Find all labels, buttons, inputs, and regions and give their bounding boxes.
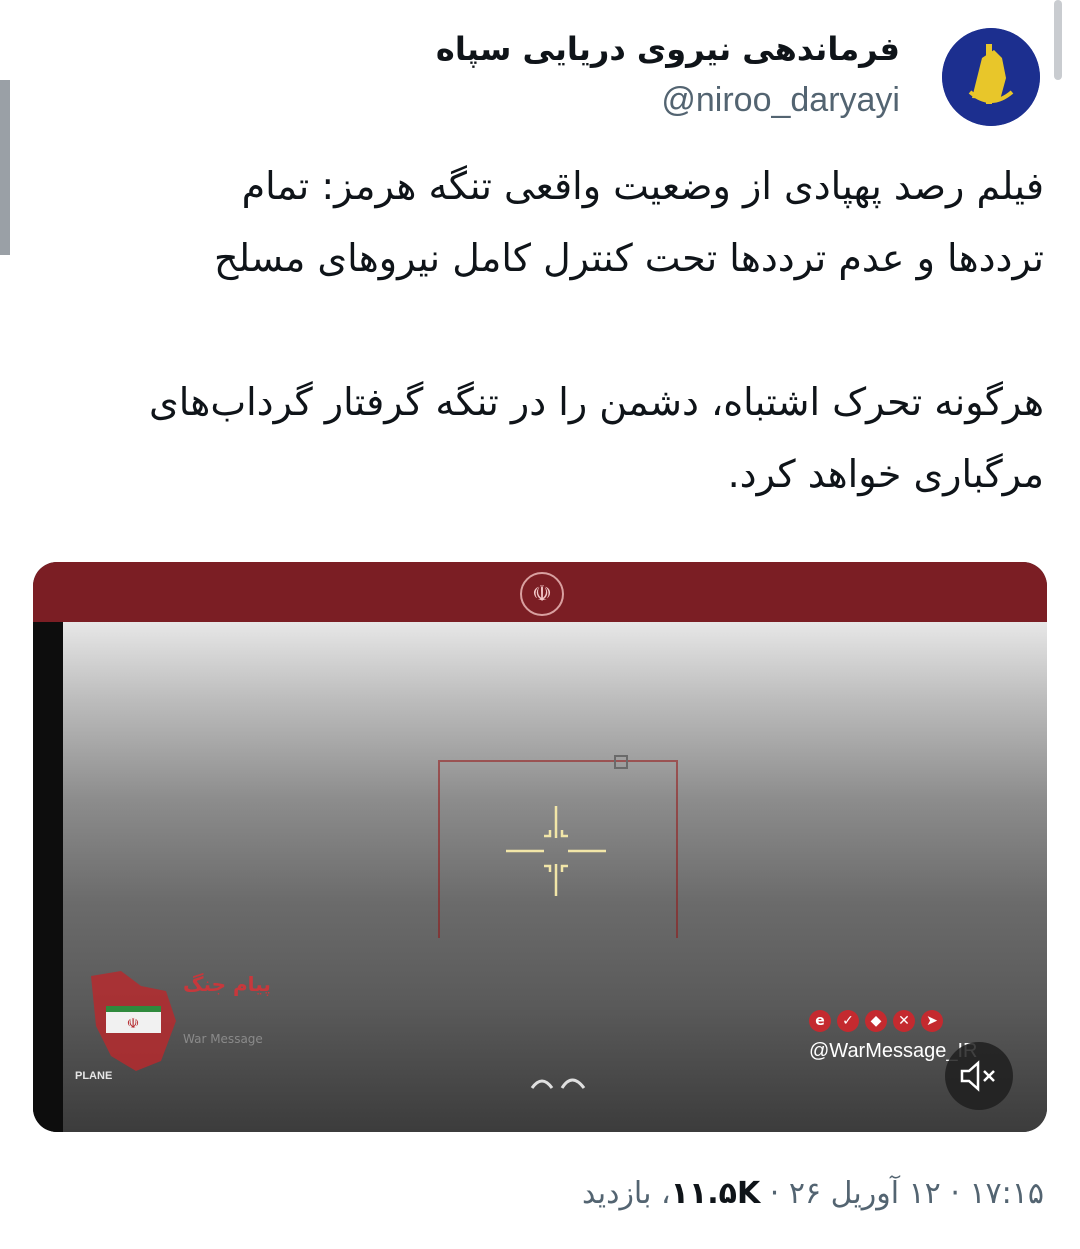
views-count[interactable]: ۱۱.۵K <box>671 1176 761 1211</box>
tweet-header: فرماندهی نیروی دریایی سپاه @niroo_daryay… <box>40 24 1040 134</box>
crosshair-icon <box>506 806 606 896</box>
rubika-icon: ◆ <box>865 1010 887 1032</box>
meta-separator: · <box>769 1176 780 1211</box>
meta-separator: · <box>950 1176 960 1211</box>
irgc-emblem-icon <box>942 28 1040 126</box>
x-icon: ✕ <box>893 1010 915 1032</box>
check-icon: ✓ <box>837 1010 859 1032</box>
tweet-time[interactable]: ۱۷:۱۵ <box>969 1176 1044 1211</box>
iran-emblem-icon: ☫ <box>520 572 564 616</box>
scroll-indicator-left <box>0 80 10 255</box>
speaker-muted-icon <box>960 1060 995 1092</box>
watermark-subtitle: War Message <box>183 1032 263 1046</box>
scrollbar[interactable] <box>1054 0 1062 80</box>
watermark-title: پیام جنگ <box>183 972 271 996</box>
tweet-date[interactable]: ۱۲ آوریل ۲۶ <box>789 1176 941 1211</box>
tweet-text: فیلم رصد پهپادی از وضعیت واقعی تنگه هرمز… <box>148 164 1044 496</box>
display-name[interactable]: فرماندهی نیروی دریایی سپاه <box>436 24 900 74</box>
telegram-icon: ➤ <box>921 1010 943 1032</box>
hud-arcs <box>530 1078 586 1089</box>
video-player[interactable]: ☫ ☫ پیام جنگ War Message e ✓ ◆ ✕ ➤ @WarM… <box>33 562 1047 1132</box>
svg-text:☫: ☫ <box>127 1016 140 1032</box>
plane-label: PLANE <box>75 1070 113 1082</box>
video-letterbox <box>33 622 63 1132</box>
iran-map-logo: ☫ <box>91 971 176 1071</box>
tweet-meta: ۱۷:۱۵ · ۱۲ آوریل ۲۶ · ۱۱.۵K، بازدید <box>581 1176 1044 1211</box>
target-marker <box>614 755 628 769</box>
social-icons: e ✓ ◆ ✕ ➤ <box>809 1010 943 1032</box>
avatar[interactable] <box>942 28 1040 126</box>
views-label: بازدید <box>581 1176 652 1211</box>
video-banner: ☫ <box>33 562 1047 622</box>
mute-button[interactable] <box>945 1042 1013 1110</box>
username-handle[interactable]: @niroo_daryayi <box>436 74 900 126</box>
eitaa-icon: e <box>809 1010 831 1032</box>
